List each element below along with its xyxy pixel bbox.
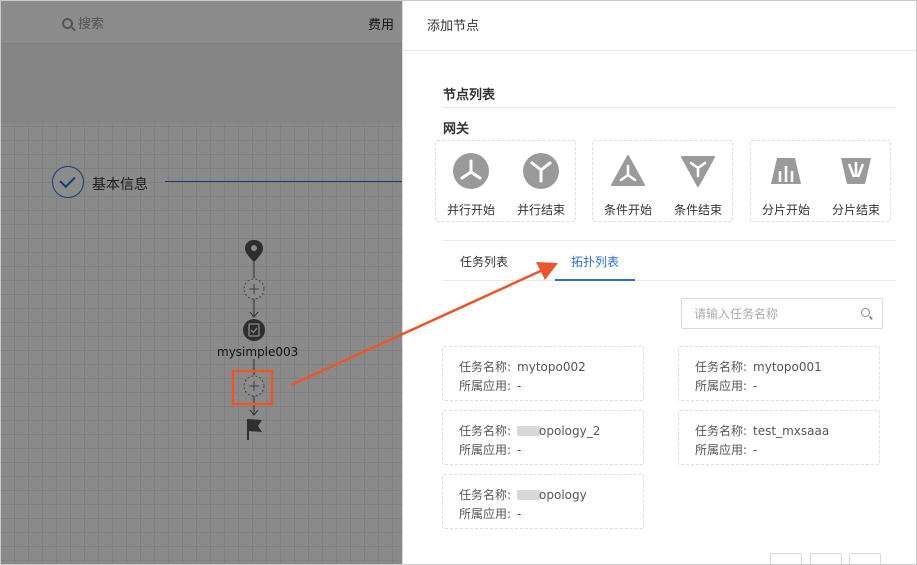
task-name-key: 任务名称: (459, 360, 512, 374)
task-name-value: opology_2 (539, 424, 601, 438)
task-name-key: 任务名称: (459, 424, 512, 438)
topology-card[interactable]: 任务名称: test_mxsaaa 所属应用: - (678, 410, 880, 465)
node-label: 条件结束 (673, 203, 722, 217)
app-key: 所属应用: (695, 443, 748, 457)
node-condition-start[interactable]: 条件开始 (593, 141, 663, 223)
redacted-text (517, 490, 542, 500)
app-key: 所属应用: (459, 379, 512, 393)
task-search (681, 298, 883, 329)
divider (443, 107, 896, 108)
app-key: 所属应用: (459, 507, 512, 521)
gateway-group-condition: 条件开始 条件结束 (592, 140, 733, 222)
node-label: 分片开始 (761, 203, 810, 217)
node-shard-start[interactable]: 分片开始 (751, 141, 821, 223)
parallel-end-icon (523, 153, 559, 189)
pager-next-button[interactable] (849, 553, 881, 565)
task-name-key: 任务名称: (695, 424, 748, 438)
gateway-title: 网关 (443, 122, 470, 137)
condition-end-icon (680, 153, 716, 189)
node-shard-end[interactable]: 分片结束 (821, 141, 891, 223)
tab-topology-list[interactable]: 拓扑列表 (555, 243, 635, 281)
app-value: - (753, 443, 758, 457)
task-name-value: mytopo002 (517, 360, 586, 374)
list-tabs: 任务列表 拓扑列表 (443, 243, 896, 281)
node-list-title: 节点列表 (443, 88, 496, 103)
topology-card[interactable]: 任务名称: opology 所属应用: - (442, 474, 644, 529)
task-name-key: 任务名称: (459, 488, 512, 502)
gateway-group-parallel: 并行开始 并行结束 (435, 140, 576, 222)
node-label: 条件开始 (603, 203, 652, 217)
task-name-key: 任务名称: (695, 360, 748, 374)
app-value: - (517, 379, 522, 393)
pager-prev-button[interactable] (770, 553, 802, 565)
task-search-input[interactable] (682, 299, 852, 328)
node-label: 并行结束 (516, 203, 565, 217)
redacted-text (517, 426, 542, 436)
app-value: - (753, 379, 758, 393)
node-label: 分片结束 (831, 203, 880, 217)
pager-page-button[interactable] (810, 553, 842, 565)
task-name-value: mytopo001 (753, 360, 822, 374)
node-condition-end[interactable]: 条件结束 (663, 141, 733, 223)
topology-card[interactable]: 任务名称: mytopo002 所属应用: - (442, 346, 644, 401)
app-value: - (517, 443, 522, 457)
drawer-title: 添加节点 (403, 0, 917, 51)
shard-start-icon (768, 153, 804, 189)
node-label: 并行开始 (446, 203, 495, 217)
task-name-value: test_mxsaaa (753, 424, 830, 438)
task-name-value: opology (539, 488, 587, 502)
divider (443, 240, 896, 241)
condition-start-icon (610, 153, 646, 189)
node-parallel-end[interactable]: 并行结束 (506, 141, 576, 223)
gateway-group-shard: 分片开始 分片结束 (750, 140, 891, 222)
app-key: 所属应用: (459, 443, 512, 457)
app-value: - (517, 507, 522, 521)
topology-card[interactable]: 任务名称: opology_2 所属应用: - (442, 410, 644, 465)
node-parallel-start[interactable]: 并行开始 (436, 141, 506, 223)
parallel-start-icon (453, 153, 489, 189)
tab-task-list[interactable]: 任务列表 (445, 243, 523, 281)
app-key: 所属应用: (695, 379, 748, 393)
search-icon[interactable] (861, 308, 870, 317)
shard-end-icon (838, 153, 874, 189)
topology-card[interactable]: 任务名称: mytopo001 所属应用: - (678, 346, 880, 401)
add-node-drawer: 添加节点 节点列表 网关 并行开始 并行结束 条件开始 条件结束 分片开始 分片… (402, 0, 917, 565)
